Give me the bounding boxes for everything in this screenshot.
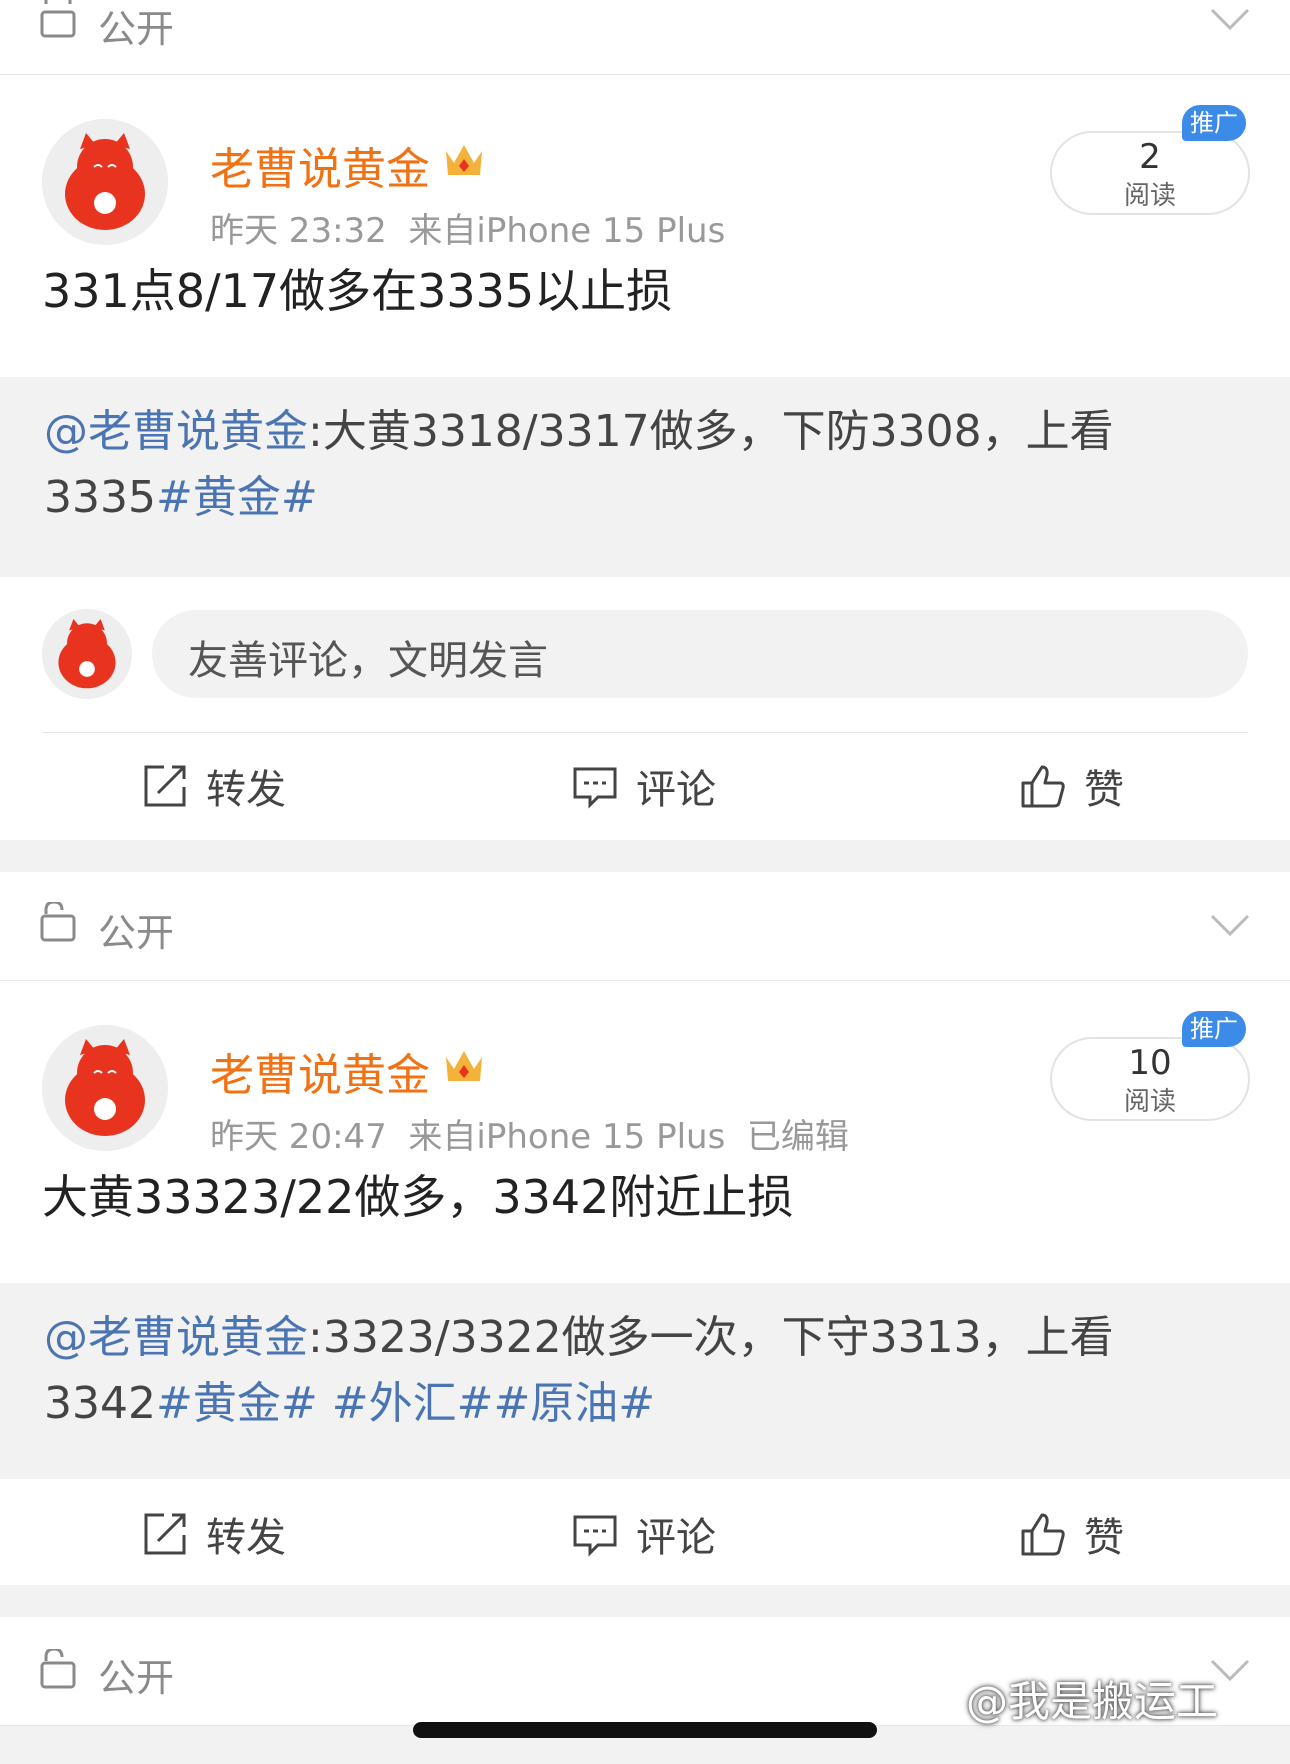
hashtag-link[interactable]: #黄金# #外汇##原油# (156, 1378, 655, 1429)
comment-label: 评论 (636, 767, 716, 813)
comment-placeholder: 友善评论，文明发言 (188, 638, 548, 684)
like-button[interactable]: 赞 (1020, 1505, 1140, 1565)
post-body: 331点8/17做多在3335以止损 (42, 264, 673, 318)
repost-button[interactable]: 转发 (142, 1505, 302, 1565)
home-indicator (413, 1722, 877, 1738)
promo-reads-button[interactable]: 10 阅读 (1050, 1037, 1250, 1121)
visibility-label: 公开 (98, 911, 175, 955)
crown-icon (446, 1051, 482, 1081)
promo-reads-button[interactable]: 2 阅读 (1050, 131, 1250, 215)
edited-label: 已编辑 (746, 1117, 849, 1157)
repost-label: 转发 (206, 767, 286, 813)
comment-input[interactable]: 友善评论，文明发言 (152, 610, 1248, 698)
hashtag-link[interactable]: #黄金# (156, 472, 318, 523)
chevron-down-icon[interactable] (1210, 914, 1250, 938)
avatar[interactable] (42, 1025, 168, 1151)
visibility-bar-top[interactable]: 公开 (0, 0, 1290, 75)
mention-link[interactable]: @老曹说黄金 (44, 1312, 308, 1363)
promo-badge: 推广 (1182, 105, 1246, 141)
unlock-icon (40, 1649, 76, 1689)
like-label: 赞 (1084, 1515, 1124, 1561)
read-label: 阅读 (1123, 1087, 1176, 1117)
thumbs-up-icon (1021, 1513, 1065, 1556)
avatar[interactable] (42, 119, 168, 245)
unlock-icon (40, 0, 76, 38)
comment-label: 评论 (636, 1515, 716, 1561)
chevron-down-icon[interactable] (1210, 8, 1250, 32)
visibility-label: 公开 (98, 7, 175, 51)
like-label: 赞 (1084, 767, 1124, 813)
visibility-bar[interactable]: 公开 (0, 872, 1290, 981)
crown-icon (446, 145, 482, 175)
watermark: @我是搬运工 (966, 1677, 1219, 1726)
unlock-icon (40, 902, 76, 942)
quoted-post[interactable]: @老曹说黄金:3323/3322做多一次，下守3313，上看3342#黄金# #… (0, 1283, 1290, 1479)
post-time: 昨天 23:32 (210, 211, 387, 251)
repost-button[interactable]: 转发 (142, 757, 302, 817)
quoted-post[interactable]: @老曹说黄金:大黄3318/3317做多，下防3308，上看3335#黄金# (0, 377, 1290, 577)
post-source: 来自iPhone 15 Plus (408, 1117, 726, 1157)
promo-badge: 推广 (1182, 1011, 1246, 1047)
comment-icon (573, 1515, 617, 1557)
post-meta: 昨天 23:32 来自iPhone 15 Plus (210, 203, 725, 252)
read-count: 10 (1128, 1043, 1172, 1083)
post-card-2: 老曹说黄金 昨天 20:47 来自iPhone 15 Plus 已编辑 10 阅… (0, 981, 1290, 1585)
username[interactable]: 老曹说黄金 (210, 1039, 430, 1103)
my-avatar (42, 609, 132, 699)
repost-icon (144, 765, 186, 807)
post-meta: 昨天 20:47 来自iPhone 15 Plus 已编辑 (210, 1109, 849, 1158)
post-time: 昨天 20:47 (210, 1117, 387, 1157)
comment-button[interactable]: 评论 (572, 757, 732, 817)
divider (42, 732, 1248, 733)
repost-label: 转发 (206, 1515, 286, 1561)
comment-button[interactable]: 评论 (572, 1505, 732, 1565)
repost-icon (144, 1513, 186, 1555)
read-label: 阅读 (1123, 181, 1176, 211)
post-body: 大黄33323/22做多，3342附近止损 (42, 1170, 794, 1224)
read-count: 2 (1139, 137, 1161, 177)
visibility-label: 公开 (98, 1656, 175, 1700)
mention-link[interactable]: @老曹说黄金 (44, 406, 308, 457)
username[interactable]: 老曹说黄金 (210, 133, 430, 197)
post-card-1: 老曹说黄金 昨天 23:32 来自iPhone 15 Plus 2 阅读 推广 … (0, 75, 1290, 840)
thumbs-up-icon (1021, 765, 1065, 808)
like-button[interactable]: 赞 (1020, 757, 1140, 817)
comment-icon (573, 767, 617, 809)
post-source: 来自iPhone 15 Plus (408, 211, 726, 251)
